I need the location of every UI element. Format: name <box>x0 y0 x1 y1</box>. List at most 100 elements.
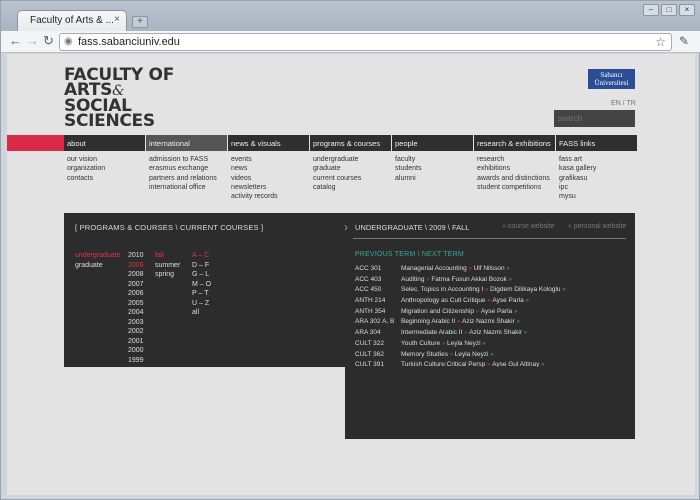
close-window-button[interactable]: × <box>679 4 695 16</box>
menu-item[interactable]: videos <box>231 174 309 183</box>
menu-item[interactable]: partners and relations <box>149 174 227 183</box>
level-option[interactable]: undergraduate <box>75 251 121 261</box>
forward-arrow-icon[interactable]: → <box>26 34 39 48</box>
menu-item[interactable]: mysu <box>559 192 637 201</box>
menu-item[interactable]: faculty <box>395 155 473 164</box>
year-option[interactable]: 2003 <box>128 318 144 328</box>
language-switch[interactable]: EN / TR <box>611 100 636 107</box>
menu-head-programs[interactable]: programs & courses <box>310 135 391 151</box>
menu-item[interactable]: newsletters <box>231 183 309 192</box>
instructor-link[interactable]: Ulf Nilsson <box>474 265 507 272</box>
course-title-link[interactable]: Memory Studies <box>401 351 450 358</box>
term-option[interactable]: fall <box>155 251 180 261</box>
instructor-link[interactable]: Fatma Fusun Akkal Bozok <box>431 276 508 283</box>
course-title-link[interactable]: Selec. Topics in Accounting I <box>401 286 485 293</box>
course-title-link[interactable]: Beginning Arabic II <box>401 318 457 325</box>
menu-item[interactable]: exhibitions <box>477 164 555 173</box>
instructor-link[interactable]: Aziz Nazmi Shakir <box>462 318 517 325</box>
tab-close-icon[interactable]: × <box>114 14 120 25</box>
year-option[interactable]: 2000 <box>128 346 144 356</box>
reload-icon[interactable]: ↻ <box>43 34 54 48</box>
menu-head-international[interactable]: international <box>146 135 227 151</box>
menu-head-about[interactable]: about <box>64 135 145 151</box>
year-option[interactable]: 2007 <box>128 280 144 290</box>
course-title-link[interactable]: Youth Culture <box>401 340 442 347</box>
menu-item[interactable]: current courses <box>313 174 391 183</box>
menu-item[interactable]: our vision <box>67 155 145 164</box>
minimize-button[interactable]: – <box>643 4 659 16</box>
bookmark-star-icon[interactable]: ☆ <box>655 35 666 49</box>
year-option[interactable]: 2001 <box>128 337 144 347</box>
course-website-link[interactable]: » course website <box>502 223 555 230</box>
menu-item[interactable]: graduate <box>313 164 391 173</box>
year-option[interactable]: 2004 <box>128 308 144 318</box>
maximize-button[interactable]: □ <box>661 4 677 16</box>
menu-item[interactable]: activity records <box>231 192 309 201</box>
previous-term-link[interactable]: PREVIOUS TERM <box>355 251 415 258</box>
menu-item[interactable]: news <box>231 164 309 173</box>
course-title-link[interactable]: Intermediate Arabic II <box>401 329 464 336</box>
wrench-menu-icon[interactable]: ✎ <box>679 34 689 48</box>
menu-head-news[interactable]: news & visuals <box>228 135 309 151</box>
instructor-link[interactable]: Ayse Parla <box>492 297 525 304</box>
menu-item[interactable]: alumni <box>395 174 473 183</box>
instructor-link[interactable]: Digdem Dilikaya Kologlu <box>490 286 562 293</box>
menu-item[interactable]: catalog <box>313 183 391 192</box>
search-input[interactable] <box>554 110 635 127</box>
course-title-link[interactable]: Migration and Citizenship <box>401 308 476 315</box>
menu-item[interactable]: organization <box>67 164 145 173</box>
year-option[interactable]: 1999 <box>128 356 144 366</box>
menu-head-research[interactable]: research & exhibitions <box>474 135 555 151</box>
menu-item[interactable]: events <box>231 155 309 164</box>
menu-head-people[interactable]: people <box>392 135 473 151</box>
browser-tab[interactable]: Faculty of Arts & ... × <box>17 10 127 31</box>
instructor-link[interactable]: Aziz Nazmi Shakir <box>469 329 524 336</box>
faculty-logo[interactable]: FACULTY OF ARTS& SOCIAL SCIENCES <box>64 67 174 130</box>
course-title-link[interactable]: Auditing <box>401 276 426 283</box>
menu-item[interactable]: student competitions <box>477 183 555 192</box>
year-option[interactable]: 2002 <box>128 327 144 337</box>
term-option[interactable]: summer <box>155 261 180 271</box>
instructor-link[interactable]: Leyla Neyzi <box>455 351 490 358</box>
course-code: ACC 450 <box>355 286 382 294</box>
letter-range-option[interactable]: P – T <box>192 289 211 299</box>
menu-item[interactable]: fass art <box>559 155 637 164</box>
double-chevron-icon: » <box>516 319 520 326</box>
instructor-link[interactable]: Leyla Neyzi <box>447 340 482 347</box>
menu-item[interactable]: students <box>395 164 473 173</box>
menu-item[interactable]: erasmus exchange <box>149 164 227 173</box>
menu-item[interactable]: kasa gallery <box>559 164 637 173</box>
menu-item[interactable]: awards and distinctions <box>477 174 555 183</box>
menu-head-fass-links[interactable]: FASS links <box>556 135 637 151</box>
year-option[interactable]: 2008 <box>128 270 144 280</box>
letter-range-option[interactable]: M – O <box>192 280 211 290</box>
letter-range-option[interactable]: U – Z <box>192 299 211 309</box>
menu-item[interactable]: grafikasu <box>559 174 637 183</box>
level-option[interactable]: graduate <box>75 261 121 271</box>
address-bar[interactable]: ◉ fass.sabanciuniv.edu ☆ <box>59 33 672 51</box>
next-term-link[interactable]: NEXT TERM <box>422 251 464 258</box>
personal-website-link[interactable]: » personal website <box>568 223 626 230</box>
course-title-link[interactable]: Managerial Accounting <box>401 265 469 272</box>
year-option[interactable]: 2010 <box>128 251 144 261</box>
university-logo[interactable]: Sabancı Üniversitesi <box>588 69 635 89</box>
year-option[interactable]: 2009 <box>128 261 144 271</box>
term-option[interactable]: spring <box>155 270 180 280</box>
year-option[interactable]: 2005 <box>128 299 144 309</box>
menu-item[interactable]: international office <box>149 183 227 192</box>
letter-range-option[interactable]: D – F <box>192 261 211 271</box>
menu-item[interactable]: undergraduate <box>313 155 391 164</box>
letter-range-option[interactable]: all <box>192 308 211 318</box>
instructor-link[interactable]: Ayse Parla <box>481 308 514 315</box>
year-option[interactable]: 2006 <box>128 289 144 299</box>
course-code: ANTH 354 <box>355 307 386 315</box>
menu-item[interactable]: admission to FASS <box>149 155 227 164</box>
menu-item[interactable]: research <box>477 155 555 164</box>
menu-item[interactable]: contacts <box>67 174 145 183</box>
course-title-link[interactable]: Anthropology as Cult Critique <box>401 297 487 304</box>
new-tab-button[interactable]: + <box>132 16 148 28</box>
letter-range-option[interactable]: G – L <box>192 270 211 280</box>
menu-item[interactable]: ipc <box>559 183 637 192</box>
letter-range-option[interactable]: A – C <box>192 251 211 261</box>
back-arrow-icon[interactable]: ← <box>9 34 22 48</box>
